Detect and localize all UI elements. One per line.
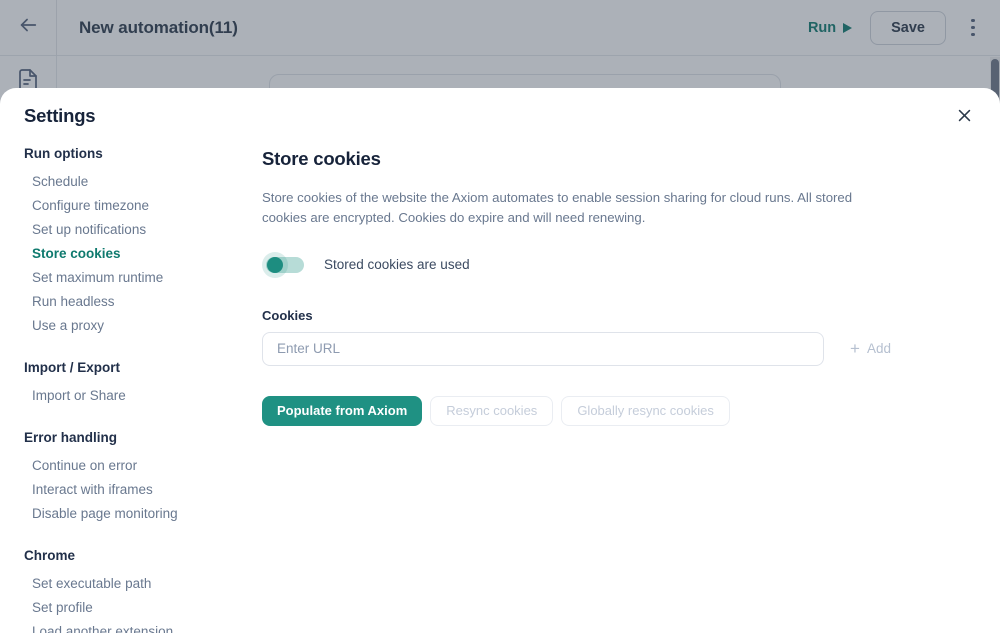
add-cookie-button-label: Add <box>866 341 891 357</box>
stored-cookies-toggle-label: Stored cookies are used <box>324 257 470 273</box>
settings-dialog-header: Settings <box>0 88 1000 146</box>
sidebar-item-set-maximum-runtime[interactable]: Set maximum runtime <box>24 266 240 290</box>
sidebar-group-title: Import / Export <box>24 360 121 375</box>
sidebar-item-load-another-extension[interactable]: Load another extension <box>24 620 240 633</box>
sidebar-group: Error handling Continue on error Interact … <box>24 430 240 526</box>
sidebar-item-schedule[interactable]: Schedule <box>24 170 240 194</box>
sidebar-group-title: Error handling <box>24 430 118 445</box>
settings-sidebar: Run options Schedule Configure timezone Set… <box>0 146 240 633</box>
stored-cookies-toggle[interactable] <box>262 250 308 280</box>
cookies-input-row: + Add <box>262 331 960 366</box>
panel-title: Store cookies <box>262 148 381 169</box>
panel-description: Store cookies of the website the Axiom a… <box>262 190 853 226</box>
sidebar-item-store-cookies[interactable]: Store cookies <box>24 242 240 266</box>
sidebar-item-set-profile[interactable]: Set profile <box>24 596 240 620</box>
cookie-action-buttons: Populate from Axiom Resync cookies Globall… <box>262 395 960 426</box>
sidebar-group-title: Run options <box>24 146 103 161</box>
sidebar-group: Chrome Set executable path Set profile Load… <box>24 548 240 633</box>
settings-main-panel: Store cookies Store cookies of the websi… <box>240 146 1000 633</box>
cookie-url-input[interactable] <box>262 331 824 366</box>
sidebar-group: Run options Schedule Configure timezone Set… <box>24 146 240 338</box>
sidebar-group: Import / Export Import or Share <box>24 360 240 408</box>
sidebar-item-configure-timezone[interactable]: Configure timezone <box>24 194 240 218</box>
sidebar-group-title: Chrome <box>24 548 76 563</box>
toggle-knob <box>267 256 283 273</box>
stored-cookies-toggle-row: Stored cookies are used <box>262 250 960 280</box>
sidebar-item-interact-with-iframes[interactable]: Interact with iframes <box>24 478 240 502</box>
settings-dialog-body: Run options Schedule Configure timezone Set… <box>0 146 1000 633</box>
resync-cookies-button: Resync cookies <box>430 395 554 426</box>
sidebar-item-run-headless[interactable]: Run headless <box>24 290 240 314</box>
sidebar-item-use-a-proxy[interactable]: Use a proxy <box>24 314 240 338</box>
add-cookie-button[interactable]: + Add <box>846 334 895 363</box>
cookies-field-label: Cookies <box>262 307 313 323</box>
plus-icon: + <box>850 339 860 359</box>
sidebar-item-import-or-share[interactable]: Import or Share <box>24 384 240 408</box>
close-button[interactable] <box>950 104 978 132</box>
globally-resync-cookies-button: Globally resync cookies <box>561 395 730 426</box>
sidebar-item-continue-on-error[interactable]: Continue on error <box>24 454 240 478</box>
sidebar-item-disable-page-monitoring[interactable]: Disable page monitoring <box>24 502 240 526</box>
sidebar-item-set-up-notifications[interactable]: Set up notifications <box>24 218 240 242</box>
close-icon <box>956 107 973 129</box>
settings-dialog: Settings Run options Schedule Configure ti… <box>0 88 1000 633</box>
populate-from-axiom-button[interactable]: Populate from Axiom <box>262 395 423 426</box>
settings-dialog-title: Settings <box>24 105 96 126</box>
sidebar-item-set-executable-path[interactable]: Set executable path <box>24 572 240 596</box>
